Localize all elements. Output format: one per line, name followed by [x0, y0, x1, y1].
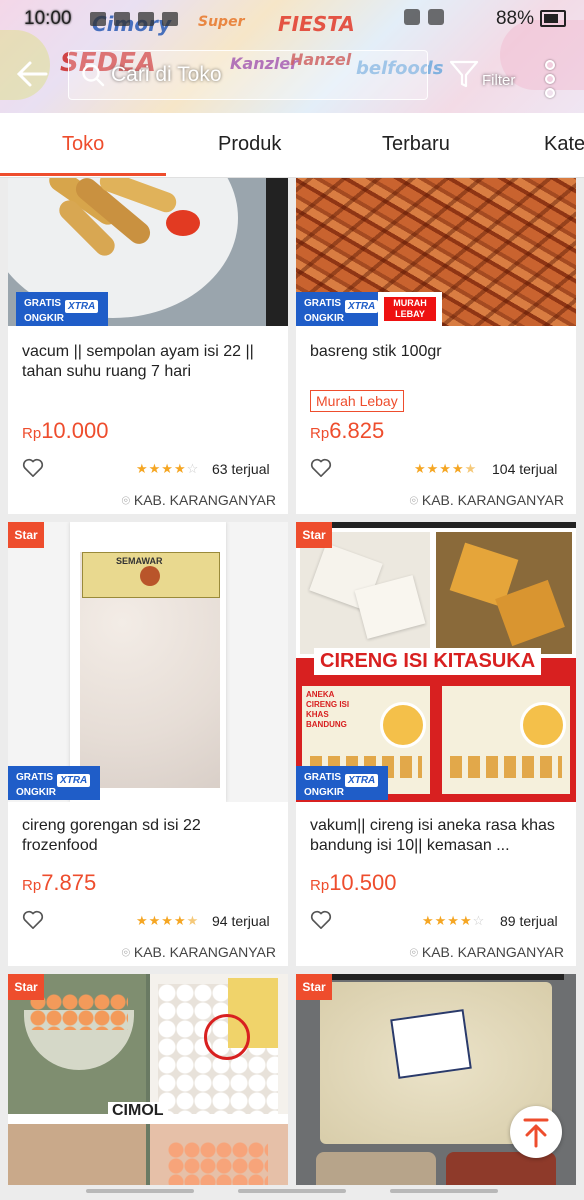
heart-icon[interactable] — [22, 910, 44, 930]
product-price: Rp10.000 — [22, 418, 109, 443]
search-icon — [82, 64, 105, 87]
sold-count: 94 terjual — [212, 913, 270, 929]
gratis-ongkir-badge: GRATIS XTRA ONGKIR — [16, 292, 108, 326]
image-caption: CIMOL — [108, 1102, 168, 1120]
rating-stars: ★★★★★ — [414, 461, 478, 476]
product-card[interactable]: GRATIS XTRA ONGKIR MURAH LEBAY basreng stik… — [296, 178, 576, 514]
package-label: SEMAWAR — [116, 556, 163, 566]
sold-count: 89 terjual — [500, 913, 558, 929]
gratis-ongkir-badge: GRATIS XTRA ONGKIR — [296, 766, 388, 800]
active-tab-indicator — [0, 173, 166, 176]
rating-stars: ★★★★☆ — [136, 461, 200, 476]
gratis-ongkir-badge: GRATIS XTRA ONGKIR — [296, 292, 388, 326]
search-input[interactable]: Cari di Toko — [68, 50, 428, 100]
star-badge: Star — [296, 522, 332, 548]
star-badge: Star — [8, 974, 44, 1000]
rating-stars: ★★★★★ — [136, 913, 200, 928]
system-nav-bar — [0, 1185, 584, 1200]
heart-icon[interactable] — [310, 910, 332, 930]
product-price: Rp6.825 — [310, 418, 385, 443]
star-badge: Star — [296, 974, 332, 1000]
product-image: GRATIS XTRA ONGKIR MURAH LEBAY — [296, 178, 576, 326]
product-title: basreng stik 100gr — [310, 343, 442, 360]
gratis-ongkir-badge: GRATIS XTRA ONGKIR — [8, 766, 100, 800]
battery-icon — [540, 10, 566, 27]
product-title: cireng gorengan sd isi 22 frozenfood — [22, 817, 201, 854]
location: ⌾ KAB. KARANGANYAR — [121, 944, 276, 960]
heart-icon[interactable] — [22, 458, 44, 478]
product-image: CIRENG ISI KITASUKA ANEKA CIRENG ISI KHA… — [296, 522, 576, 802]
tab-toko[interactable]: Toko — [62, 133, 104, 156]
tab-produk[interactable]: Produk — [218, 133, 281, 156]
product-image: SEMAWAR Star GRATIS XTRA ONGKIR — [8, 522, 288, 802]
star-badge: Star — [8, 522, 44, 548]
back-button[interactable] — [14, 56, 54, 92]
scroll-top-button[interactable] — [510, 1106, 562, 1158]
header-banner: Cimory SEDEA Super FIESTA Kanzler Hanzel… — [0, 0, 584, 113]
filter-label: Filter — [482, 72, 516, 89]
heart-icon[interactable] — [310, 458, 332, 478]
promo-badge: Murah Lebay — [310, 390, 404, 412]
product-image: CIMOL Star — [8, 974, 288, 1200]
more-vertical-icon[interactable] — [540, 60, 560, 98]
location: ⌾ KAB. KARANGANYAR — [121, 492, 276, 508]
product-title: vacum || sempolan ayam isi 22 || tahan s… — [22, 343, 254, 380]
filter-icon — [449, 60, 479, 88]
location: ⌾ KAB. KARANGANYAR — [409, 492, 564, 508]
sold-count: 63 terjual — [212, 461, 270, 477]
product-price: Rp10.500 — [310, 870, 397, 895]
back-arrow-icon — [16, 61, 48, 87]
product-card[interactable]: Star — [296, 974, 576, 1200]
location: ⌾ KAB. KARANGANYAR — [409, 944, 564, 960]
battery-level: 88% — [495, 8, 534, 29]
product-image: Star — [296, 974, 576, 1200]
notification-icons — [90, 10, 200, 30]
tab-bar: Toko Produk Terbaru Kate — [0, 113, 584, 178]
murah-lebay-badge: MURAH LEBAY — [378, 292, 442, 326]
filter-button[interactable]: Filter — [448, 56, 528, 96]
tab-kategori[interactable]: Kate — [544, 133, 584, 156]
product-card[interactable]: SEMAWAR Star GRATIS XTRA ONGKIR cireng gor… — [8, 522, 288, 966]
nav-handle[interactable] — [86, 1189, 194, 1193]
product-image: GRATIS XTRA ONGKIR — [8, 178, 288, 326]
tab-terbaru[interactable]: Terbaru — [382, 133, 450, 156]
rating-stars: ★★★★☆ — [422, 913, 486, 928]
scroll-top-icon — [523, 1118, 549, 1148]
location-pin-icon: ⌾ — [121, 944, 130, 960]
poster-title: CIRENG ISI KITASUKA — [314, 648, 542, 675]
nav-handle[interactable] — [390, 1189, 498, 1193]
product-grid: GRATIS XTRA ONGKIR vacum || sempolan ayam … — [0, 178, 584, 1200]
poster-subtitle: ANEKA CIRENG ISI KHAS BANDUNG — [306, 690, 350, 729]
search-placeholder: Cari di Toko — [111, 63, 222, 86]
product-title: vakum|| cireng isi aneka rasa khas bandu… — [310, 817, 555, 854]
product-card[interactable]: GRATIS XTRA ONGKIR vacum || sempolan ayam … — [8, 178, 288, 514]
nav-handle[interactable] — [238, 1189, 346, 1193]
product-card[interactable]: CIRENG ISI KITASUKA ANEKA CIRENG ISI KHA… — [296, 522, 576, 966]
product-price: Rp7.875 — [22, 870, 97, 895]
system-icons — [396, 9, 444, 31]
location-pin-icon: ⌾ — [409, 492, 418, 508]
status-bar: 10:00 88% — [0, 0, 584, 36]
product-card[interactable]: CIMOL Star — [8, 974, 288, 1200]
location-pin-icon: ⌾ — [121, 492, 130, 508]
sold-count: 104 terjual — [492, 461, 558, 477]
location-pin-icon: ⌾ — [409, 944, 418, 960]
status-time: 10:00 — [24, 8, 72, 29]
